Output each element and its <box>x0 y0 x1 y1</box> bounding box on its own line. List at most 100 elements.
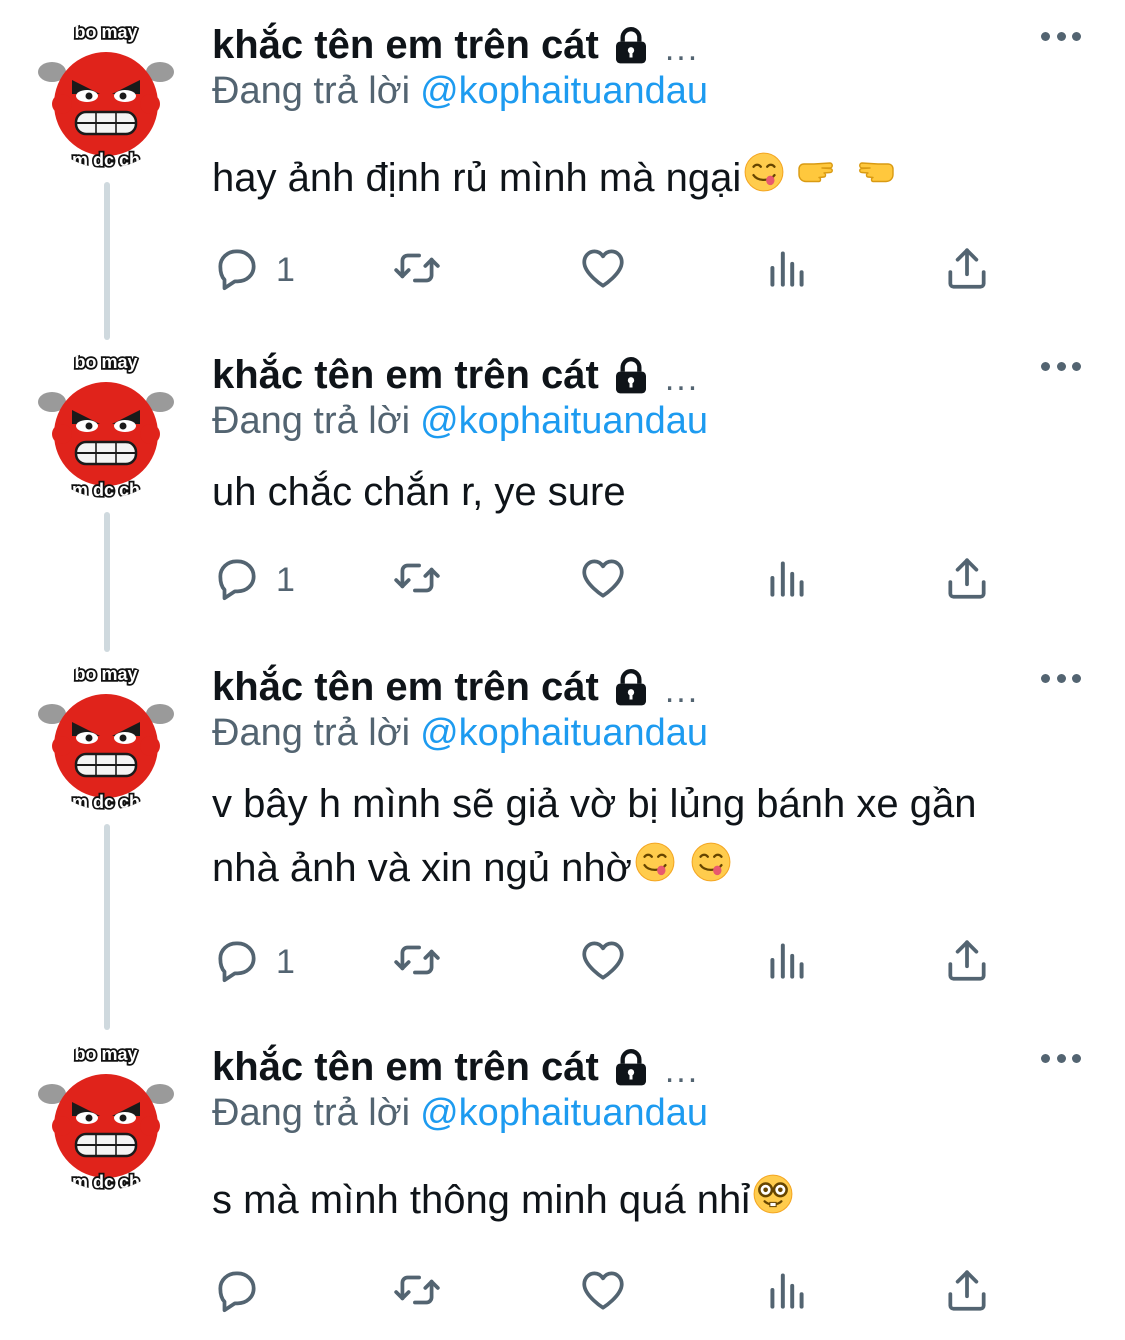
yum-face-emoji <box>743 148 785 212</box>
replying-to-handle[interactable]: @kophaituandau <box>420 1092 708 1134</box>
views-button[interactable] <box>762 552 812 608</box>
tweet-text-line: nhà ảnh và xin ngủ nhờ <box>212 846 632 890</box>
views-icon <box>762 243 812 298</box>
reply-icon <box>212 553 262 608</box>
tweet[interactable]: bo may m dc ch khắc tên em trên cát ... … <box>0 330 1125 642</box>
yum-face-emoji <box>690 838 732 902</box>
pointing-left-emoji <box>849 148 897 212</box>
truncation-ellipsis: ... <box>664 671 700 710</box>
tweet-text: v bây h mình sẽ giả vờ bị lủng bánh xe g… <box>212 772 977 902</box>
reply-button[interactable]: 1 <box>212 242 295 298</box>
retweet-icon <box>392 1265 442 1320</box>
svg-text:bo may: bo may <box>74 22 137 42</box>
reply-button[interactable] <box>212 1264 276 1320</box>
action-bar: 1 <box>212 552 1002 608</box>
replying-to: Đang trả lời @kophaituandau <box>212 400 708 443</box>
views-icon <box>762 1265 812 1320</box>
more-icon[interactable] <box>1041 24 1081 48</box>
display-name[interactable]: khắc tên em trên cát <box>212 353 599 398</box>
lock-icon <box>611 1047 651 1087</box>
replying-to-label: Đang trả lời <box>212 400 411 442</box>
share-icon <box>942 935 992 990</box>
replying-to: Đang trả lời @kophaituandau <box>212 1092 708 1135</box>
author-row: khắc tên em trên cát ... <box>212 1042 699 1092</box>
display-name[interactable]: khắc tên em trên cát <box>212 23 599 68</box>
tweet[interactable]: bo may m dc ch khắc tên em trên cát ... … <box>0 642 1125 1022</box>
lock-icon <box>611 667 651 707</box>
share-button[interactable] <box>942 1264 992 1320</box>
yum-face-emoji <box>634 838 676 902</box>
display-name[interactable]: khắc tên em trên cát <box>212 665 599 710</box>
reply-count: 1 <box>276 250 295 289</box>
reply-button[interactable]: 1 <box>212 934 295 990</box>
avatar[interactable]: bo may m dc ch <box>32 350 180 498</box>
retweet-button[interactable] <box>392 1264 442 1320</box>
svg-text:bo may: bo may <box>74 352 137 372</box>
retweet-button[interactable] <box>392 552 442 608</box>
svg-text:bo may: bo may <box>74 1044 137 1064</box>
share-button[interactable] <box>942 552 992 608</box>
tweet-text-line: s mà mình thông minh quá nhỉ <box>212 1178 751 1222</box>
avatar[interactable]: bo may m dc ch <box>32 20 180 168</box>
views-button[interactable] <box>762 242 812 298</box>
retweet-button[interactable] <box>392 934 442 990</box>
replying-to-handle[interactable]: @kophaituandau <box>420 70 708 112</box>
like-button[interactable] <box>578 934 628 990</box>
author-row: khắc tên em trên cát ... <box>212 662 699 712</box>
tweet-text: hay ảnh định rủ mình mà ngại <box>212 146 897 212</box>
reply-icon <box>212 1265 262 1320</box>
retweet-icon <box>392 553 442 608</box>
display-name[interactable]: khắc tên em trên cát <box>212 1045 599 1090</box>
more-icon[interactable] <box>1041 1046 1081 1070</box>
retweet-icon <box>392 935 442 990</box>
reply-button[interactable]: 1 <box>212 552 295 608</box>
replying-to-handle[interactable]: @kophaituandau <box>420 712 708 754</box>
replying-to-label: Đang trả lời <box>212 1092 411 1134</box>
reply-icon <box>212 935 262 990</box>
truncation-ellipsis: ... <box>664 29 700 68</box>
replying-to-handle[interactable]: @kophaituandau <box>420 400 708 442</box>
tweet[interactable]: bo may m dc ch khắc tên em trên cát ... … <box>0 1022 1125 1340</box>
views-button[interactable] <box>762 934 812 990</box>
reply-count: 1 <box>276 560 295 599</box>
share-icon <box>942 243 992 298</box>
pointing-right-emoji <box>795 148 843 212</box>
replying-to: Đang trả lời @kophaituandau <box>212 712 708 755</box>
truncation-ellipsis: ... <box>664 1051 700 1090</box>
share-icon <box>942 553 992 608</box>
share-icon <box>942 1265 992 1320</box>
share-button[interactable] <box>942 242 992 298</box>
tweet[interactable]: bo may m dc ch khắc tên em trên cát ... … <box>0 0 1125 330</box>
svg-text:m dc ch: m dc ch <box>72 1172 140 1190</box>
action-bar <box>212 1264 1002 1320</box>
avatar[interactable]: bo may m dc ch <box>32 1042 180 1190</box>
like-button[interactable] <box>578 242 628 298</box>
retweet-button[interactable] <box>392 242 442 298</box>
like-icon <box>578 243 628 298</box>
tweet-text: uh chắc chắn r, ye sure <box>212 460 626 524</box>
like-icon <box>578 935 628 990</box>
svg-text:m dc ch: m dc ch <box>72 480 140 498</box>
svg-text:m dc ch: m dc ch <box>72 792 140 810</box>
replying-to-label: Đang trả lời <box>212 70 411 112</box>
lock-icon <box>611 25 651 65</box>
action-bar: 1 <box>212 242 1002 298</box>
views-icon <box>762 553 812 608</box>
share-button[interactable] <box>942 934 992 990</box>
replying-to: Đang trả lời @kophaituandau <box>212 70 708 113</box>
tweet-text-line: v bây h mình sẽ giả vờ bị lủng bánh xe g… <box>212 782 977 826</box>
more-icon[interactable] <box>1041 666 1081 690</box>
author-row: khắc tên em trên cát ... <box>212 350 699 400</box>
like-button[interactable] <box>578 552 628 608</box>
author-row: khắc tên em trên cát ... <box>212 20 699 70</box>
reply-count: 1 <box>276 942 295 981</box>
reply-icon <box>212 243 262 298</box>
views-button[interactable] <box>762 1264 812 1320</box>
like-button[interactable] <box>578 1264 628 1320</box>
truncation-ellipsis: ... <box>664 359 700 398</box>
replying-to-label: Đang trả lời <box>212 712 411 754</box>
tweet-text-line: uh chắc chắn r, ye sure <box>212 470 626 514</box>
avatar[interactable]: bo may m dc ch <box>32 662 180 810</box>
more-icon[interactable] <box>1041 354 1081 378</box>
like-icon <box>578 553 628 608</box>
